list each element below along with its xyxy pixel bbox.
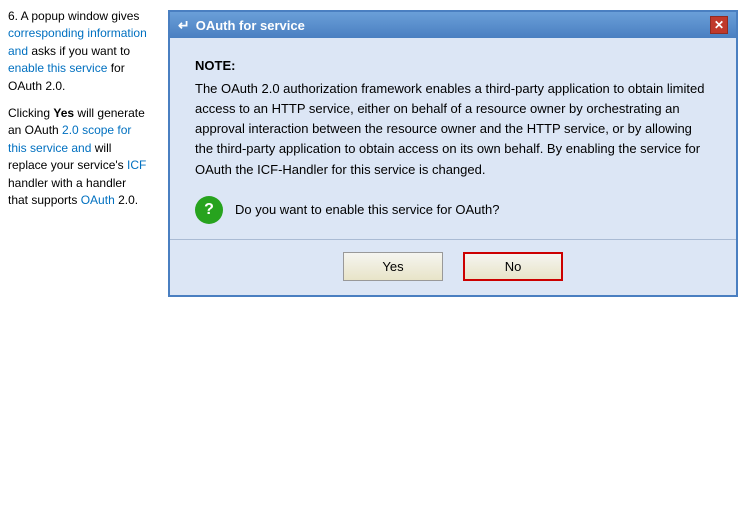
sidebar-highlight-icf: ICF (127, 158, 146, 172)
sidebar-yes-bold: Yes (53, 106, 74, 120)
sidebar-highlight-corresponding: corresponding (8, 26, 84, 40)
question-row: ? Do you want to enable this service for… (195, 196, 711, 224)
sidebar-highlight-service: service and (30, 141, 91, 155)
oauth-dialog: ↵ OAuth for service ✕ NOTE: The OAuth 2.… (168, 10, 738, 297)
sidebar-paragraph-2: Clicking Yes will generate an OAuth 2.0 … (8, 105, 147, 209)
sidebar: 6. A popup window gives corresponding in… (0, 0, 155, 505)
dialog-container: ↵ OAuth for service ✕ NOTE: The OAuth 2.… (155, 0, 756, 505)
sidebar-highlight-enable: enable this service (8, 61, 107, 75)
question-icon: ? (195, 196, 223, 224)
sidebar-paragraph-1: 6. A popup window gives corresponding in… (8, 8, 147, 95)
no-button[interactable]: No (463, 252, 563, 281)
note-text: The OAuth 2.0 authorization framework en… (195, 79, 711, 180)
dialog-title: OAuth for service (196, 18, 305, 33)
yes-button[interactable]: Yes (343, 252, 443, 281)
dialog-titlebar: ↵ OAuth for service ✕ (170, 12, 736, 38)
close-button[interactable]: ✕ (710, 16, 728, 34)
dialog-buttons: Yes No (170, 240, 736, 295)
dialog-title-left: ↵ OAuth for service (178, 17, 305, 34)
sidebar-highlight-oauth: OAuth (81, 193, 115, 207)
dialog-title-icon: ↵ (178, 17, 190, 34)
dialog-body: NOTE: The OAuth 2.0 authorization framew… (170, 38, 736, 239)
note-label: NOTE: (195, 58, 711, 73)
question-text: Do you want to enable this service for O… (235, 202, 499, 217)
note-section: NOTE: The OAuth 2.0 authorization framew… (195, 58, 711, 180)
